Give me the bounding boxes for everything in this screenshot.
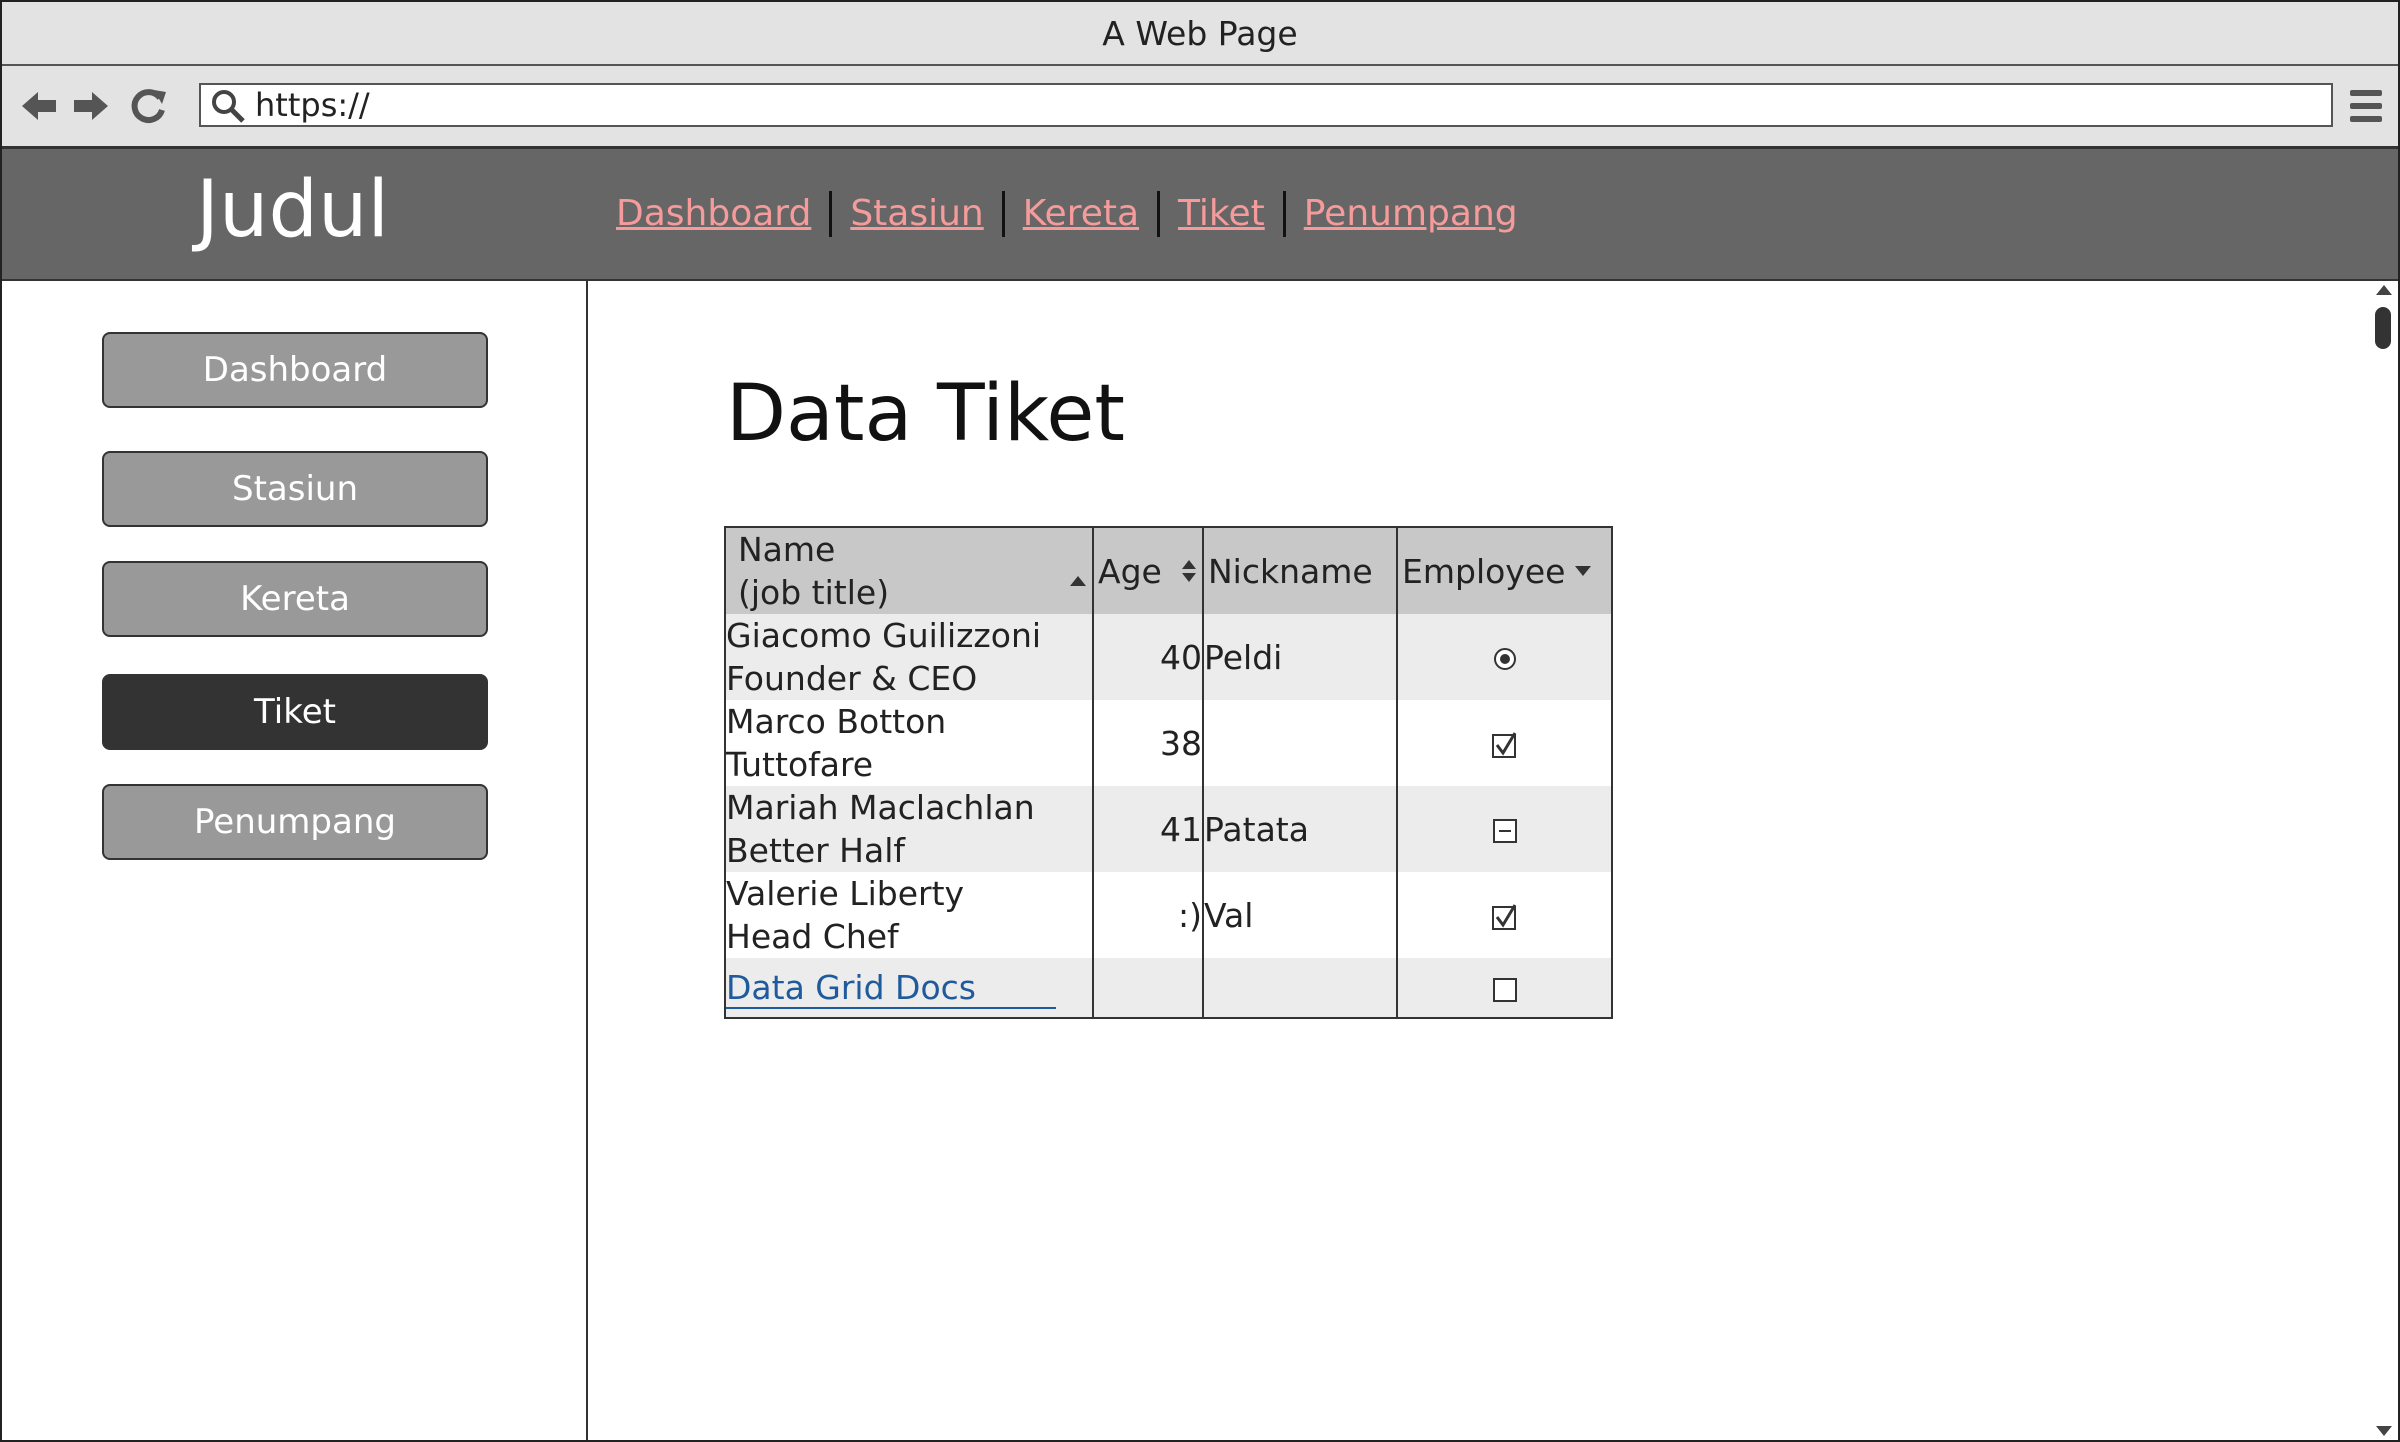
cell-employee — [1396, 872, 1612, 958]
url-input[interactable] — [255, 85, 2315, 125]
row-name: Valerie Liberty — [726, 874, 965, 913]
hamburger-menu-icon[interactable] — [2346, 86, 2386, 126]
page-title: Data Tiket — [726, 369, 1125, 459]
cell-name: Valerie Liberty Head Chef — [725, 872, 1093, 958]
sort-ascending-icon[interactable] — [1068, 574, 1088, 588]
table-row[interactable]: Mariah Maclachlan Better Half 41 Patata — [725, 786, 1612, 872]
cell-employee — [1396, 614, 1612, 700]
scroll-up-arrow-icon[interactable] — [2376, 285, 2392, 295]
cell-age: 38 — [1092, 700, 1203, 786]
sidebar-item-penumpang[interactable]: Penumpang — [102, 784, 488, 860]
cell-nickname: Val — [1202, 872, 1397, 958]
sidebar: Dashboard Stasiun Kereta Tiket Penumpang — [2, 281, 588, 1440]
table-row[interactable]: Valerie Liberty Head Chef :) Val — [725, 872, 1612, 958]
radio-selected-icon[interactable] — [1492, 646, 1518, 672]
sidebar-item-dashboard[interactable]: Dashboard — [102, 332, 488, 408]
back-arrow-icon[interactable] — [18, 84, 62, 128]
cell-name: Marco Botton Tuttofare — [725, 700, 1093, 786]
topnav-link-tiket[interactable]: Tiket — [1178, 192, 1265, 236]
topnav-link-kereta[interactable]: Kereta — [1023, 192, 1139, 236]
table-row[interactable]: Marco Botton Tuttofare 38 — [725, 700, 1612, 786]
row-job-title: Head Chef — [726, 917, 899, 956]
site-brand: Judul — [196, 165, 390, 255]
forward-arrow-icon[interactable] — [68, 84, 112, 128]
column-header-name[interactable]: Name (job title) — [725, 527, 1093, 614]
sidebar-item-stasiun[interactable]: Stasiun — [102, 451, 488, 527]
cell-age: 40 — [1092, 614, 1203, 700]
browser-window: A Web Page Judul Das — [0, 0, 2400, 1442]
topnav-link-stasiun[interactable]: Stasiun — [850, 192, 983, 236]
checkbox-checked-icon[interactable] — [1491, 731, 1519, 759]
column-header-age-label: Age — [1098, 551, 1162, 591]
cell-employee — [1396, 958, 1612, 1018]
topnav-link-penumpang[interactable]: Penumpang — [1304, 192, 1518, 236]
window-title: A Web Page — [1102, 13, 1298, 53]
cell-name: Giacomo Guilizzoni Founder & CEO — [725, 614, 1093, 700]
checkbox-checked-icon[interactable] — [1491, 903, 1519, 931]
row-job-title: Tuttofare — [726, 745, 874, 784]
scroll-thumb[interactable] — [2375, 307, 2391, 349]
top-navigation: Dashboard Stasiun Kereta Tiket Penumpang — [616, 191, 1518, 237]
cell-nickname — [1202, 700, 1397, 786]
cell-nickname: Patata — [1202, 786, 1397, 872]
cell-nickname: Peldi — [1202, 614, 1397, 700]
column-header-jobtitle-label: (job title) — [738, 573, 890, 612]
column-header-nickname-label: Nickname — [1208, 551, 1373, 591]
cell-age: 41 — [1092, 786, 1203, 872]
nav-separator — [1157, 191, 1161, 237]
grid-header-row: Name (job title) Age Nickname Employee — [725, 527, 1612, 614]
vertical-scrollbar[interactable] — [2372, 281, 2396, 1440]
sidebar-item-kereta[interactable]: Kereta — [102, 561, 488, 637]
checkbox-indeterminate-icon[interactable] — [1492, 818, 1518, 844]
cell-employee — [1396, 786, 1612, 872]
reload-icon[interactable] — [126, 84, 170, 128]
nav-separator — [1001, 191, 1005, 237]
row-job-title: Founder & CEO — [726, 659, 978, 698]
cell-name: Data Grid Docs — [725, 958, 1093, 1018]
cell-age: :) — [1092, 872, 1203, 958]
site-header: Judul Dashboard Stasiun Kereta Tiket Pen… — [2, 149, 2398, 281]
address-bar — [2, 66, 2398, 149]
data-grid-docs-link[interactable]: Data Grid Docs — [726, 968, 1056, 1009]
cell-employee — [1396, 700, 1612, 786]
nav-separator — [1282, 191, 1286, 237]
table-row[interactable]: Giacomo Guilizzoni Founder & CEO 40 Peld… — [725, 614, 1612, 700]
data-grid: Name (job title) Age Nickname Employee G… — [724, 526, 1613, 1019]
column-header-age[interactable]: Age — [1092, 527, 1203, 614]
topnav-link-dashboard[interactable]: Dashboard — [616, 192, 811, 236]
search-icon — [212, 90, 245, 123]
scroll-down-arrow-icon[interactable] — [2376, 1426, 2392, 1436]
cell-nickname — [1202, 958, 1397, 1018]
row-name: Mariah Maclachlan — [726, 788, 1035, 827]
main-content: Data Tiket Name (job title) Age Nickname… — [588, 281, 2370, 1440]
cell-age — [1092, 958, 1203, 1018]
column-header-employee[interactable]: Employee — [1396, 527, 1612, 614]
sort-descending-icon[interactable] — [1573, 564, 1593, 578]
sidebar-item-tiket[interactable]: Tiket — [102, 674, 488, 750]
row-name: Giacomo Guilizzoni — [726, 616, 1042, 655]
cell-name: Mariah Maclachlan Better Half — [725, 786, 1093, 872]
column-header-employee-label: Employee — [1402, 551, 1566, 591]
nav-separator — [829, 191, 833, 237]
checkbox-unchecked-icon[interactable] — [1492, 977, 1518, 1003]
column-header-nickname[interactable]: Nickname — [1202, 527, 1397, 614]
url-bar[interactable] — [199, 83, 2333, 127]
sort-both-icon[interactable] — [1180, 557, 1198, 585]
window-title-bar: A Web Page — [2, 2, 2398, 66]
row-job-title: Better Half — [726, 831, 906, 870]
row-name: Marco Botton — [726, 702, 947, 741]
table-footer-row: Data Grid Docs — [725, 958, 1612, 1018]
column-header-name-label: Name — [738, 530, 836, 569]
